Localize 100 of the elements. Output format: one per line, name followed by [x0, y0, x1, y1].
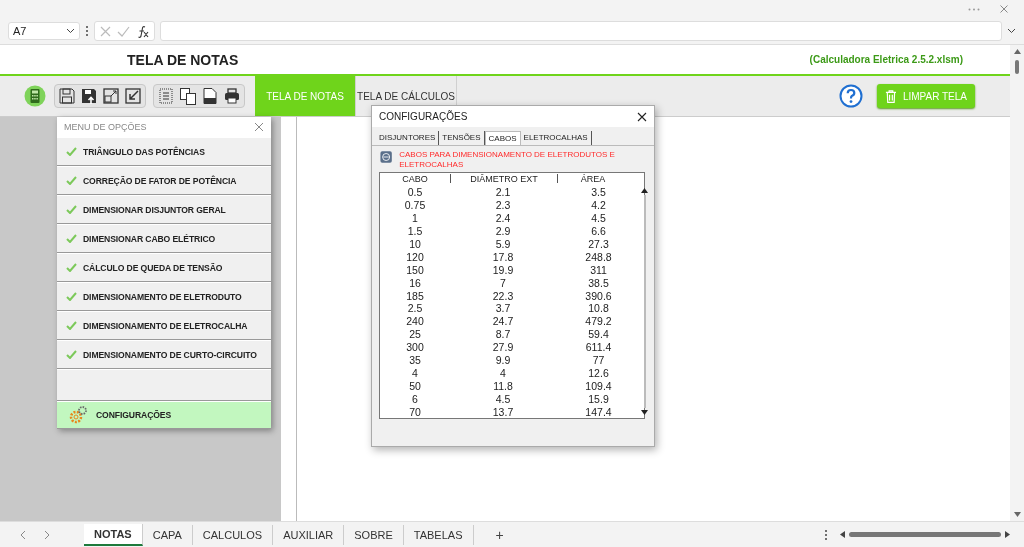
next-icon[interactable] [44, 529, 50, 540]
maximize-icon[interactable] [102, 87, 120, 105]
dialog-tab[interactable]: CABOS [484, 131, 521, 145]
column-header: CABO [401, 174, 429, 184]
table-cell-text: 13.7 [491, 405, 515, 418]
right-arrow-icon[interactable] [1005, 531, 1010, 538]
save-as-icon[interactable] [80, 87, 98, 105]
table-cell-text: 0.75 [403, 199, 427, 212]
table-cell-text: 1 [411, 212, 419, 225]
sheet-tab[interactable]: AUXILIAR [273, 524, 345, 545]
menu-item[interactable]: DIMENSIONAMENTO DE CURTO-CIRCUITO [57, 340, 271, 369]
caption-text: CABOS PARA DIMENSIONAMENTO DE ELETRODUTOS E ELETROCALHAS [399, 150, 616, 170]
table-cell-text: 3.7 [494, 302, 512, 315]
trash-icon [885, 88, 897, 104]
scrollbar[interactable] [840, 531, 1010, 538]
close-icon[interactable] [637, 111, 647, 122]
dialog-tab[interactable]: ELETROCALHAS [520, 131, 592, 145]
table-cell-text: 24.7 [491, 315, 515, 328]
table-cell-text: 120 [405, 250, 425, 263]
table-cell-text: 50 [408, 379, 422, 392]
table-cell-text: 22.3 [491, 289, 515, 302]
table-cell-text: 17.8 [491, 250, 515, 263]
table-cell-text: 109.4 [584, 379, 613, 392]
table-cell-text: 10.8 [587, 302, 610, 315]
menu-item[interactable]: CÁLCULO DE QUEDA DE TENSÃO [57, 253, 271, 282]
table-cell-text: 6.6 [590, 225, 607, 238]
menu-item[interactable]: DIMENSIONAMENTO DE ELETRODUTO [57, 282, 271, 311]
name-box[interactable]: A7 [8, 22, 80, 40]
table-cell-text: 4.2 [590, 199, 607, 212]
table-cell-text: 248.8 [584, 250, 613, 263]
minimize-icon[interactable] [124, 87, 142, 105]
print-icon[interactable] [223, 87, 241, 105]
check-icon [66, 205, 77, 214]
table-cell-text: 8.7 [494, 328, 512, 341]
column-header: DIÂMETRO EXT [469, 174, 539, 184]
table-cell-text: 27.9 [491, 341, 515, 354]
table-cell-text: 2.9 [494, 225, 512, 238]
table-cell-text: 0.5 [406, 186, 424, 199]
up-arrow-icon[interactable] [641, 187, 648, 193]
table-cell-text: 5.9 [494, 237, 512, 250]
more-icon[interactable] [968, 7, 980, 11]
table-cell-text: 6 [411, 392, 419, 405]
sheet-tab[interactable]: TABELAS [403, 524, 474, 545]
table-cell-text: 1.5 [406, 225, 424, 238]
table-cell-text: 240 [405, 315, 425, 328]
caret-icon[interactable] [1007, 28, 1016, 34]
sheet-tab[interactable]: CAPA [142, 524, 193, 545]
info-icon [380, 150, 393, 164]
dialog-tab[interactable]: TENSÕES [439, 131, 485, 145]
menu-item[interactable]: CORREÇÃO DE FATOR DE POTÊNCIA [57, 166, 271, 195]
menu-item[interactable]: DIMENSIONAR DISJUNTOR GERAL [57, 195, 271, 224]
table-cell-text: 147.4 [584, 405, 613, 418]
left-arrow-icon[interactable] [840, 531, 845, 538]
check-icon [66, 263, 77, 272]
dialog-tab[interactable]: DISJUNTORES [376, 131, 440, 145]
previous-icon[interactable] [20, 529, 26, 540]
table-cell-text: 3.5 [590, 186, 607, 199]
sheet-tab[interactable]: SOBRE [344, 524, 404, 545]
copy-icon[interactable] [179, 87, 197, 105]
sheet-tab[interactable]: NOTAS [84, 523, 143, 546]
help-icon[interactable] [839, 84, 863, 108]
table-cell-text: 300 [405, 341, 425, 354]
table-cell-text: 311 [589, 263, 608, 276]
table-cell-text: 2.4 [494, 212, 512, 225]
formula-input[interactable] [160, 21, 1002, 41]
save-icon[interactable] [58, 87, 76, 105]
dots-icon[interactable] [824, 528, 828, 541]
table-cell-text: 2.3 [494, 199, 512, 212]
menu-item[interactable]: DIMENSIONAMENTO DE ELETROCALHA [57, 311, 271, 340]
table-cell-text: 16 [408, 276, 422, 289]
table-cell-text: 12.6 [587, 366, 610, 379]
cable-list[interactable] [379, 172, 645, 419]
table-cell-text: 77 [591, 354, 606, 366]
sheet-tab[interactable]: CALCULOS [192, 524, 274, 545]
table-cell-text: 9.9 [494, 354, 512, 366]
table-cell-text: 38.5 [587, 276, 610, 289]
down-arrow-icon[interactable] [641, 410, 648, 415]
table-cell-text: 11.8 [492, 379, 514, 392]
add-sheet-button[interactable]: + [495, 526, 504, 543]
function-icon[interactable] [136, 24, 149, 38]
table-cell-text: 150 [405, 263, 425, 276]
check-icon[interactable] [117, 25, 130, 37]
check-icon [66, 176, 77, 185]
table-cell-text: 4 [411, 366, 419, 379]
table-cell-text: 19.9 [491, 263, 515, 276]
table-cell-text: 4 [499, 366, 507, 379]
dots-icon [85, 25, 89, 37]
table-cell-text: 390.6 [584, 289, 613, 302]
menu-item[interactable]: DIMENSIONAR CABO ELÉTRICO [57, 224, 271, 253]
calculator-icon[interactable] [24, 85, 46, 107]
file-name: (Calculadora Eletrica 2.5.2.xlsm) [809, 54, 963, 65]
check-icon [66, 350, 77, 359]
table-cell-text: 2.1 [494, 186, 512, 199]
table-cell-text: 2.5 [406, 302, 424, 315]
table-cell-text: 70 [408, 405, 422, 418]
menu-item[interactable]: TRIÂNGULO DAS POTÊNCIAS [57, 137, 271, 166]
table-cell-text: 15.9 [587, 392, 610, 405]
menu-item[interactable]: CONFIGURAÇÕES [57, 401, 271, 429]
table-cell-text: 35 [408, 354, 422, 366]
caret-icon [66, 28, 75, 34]
